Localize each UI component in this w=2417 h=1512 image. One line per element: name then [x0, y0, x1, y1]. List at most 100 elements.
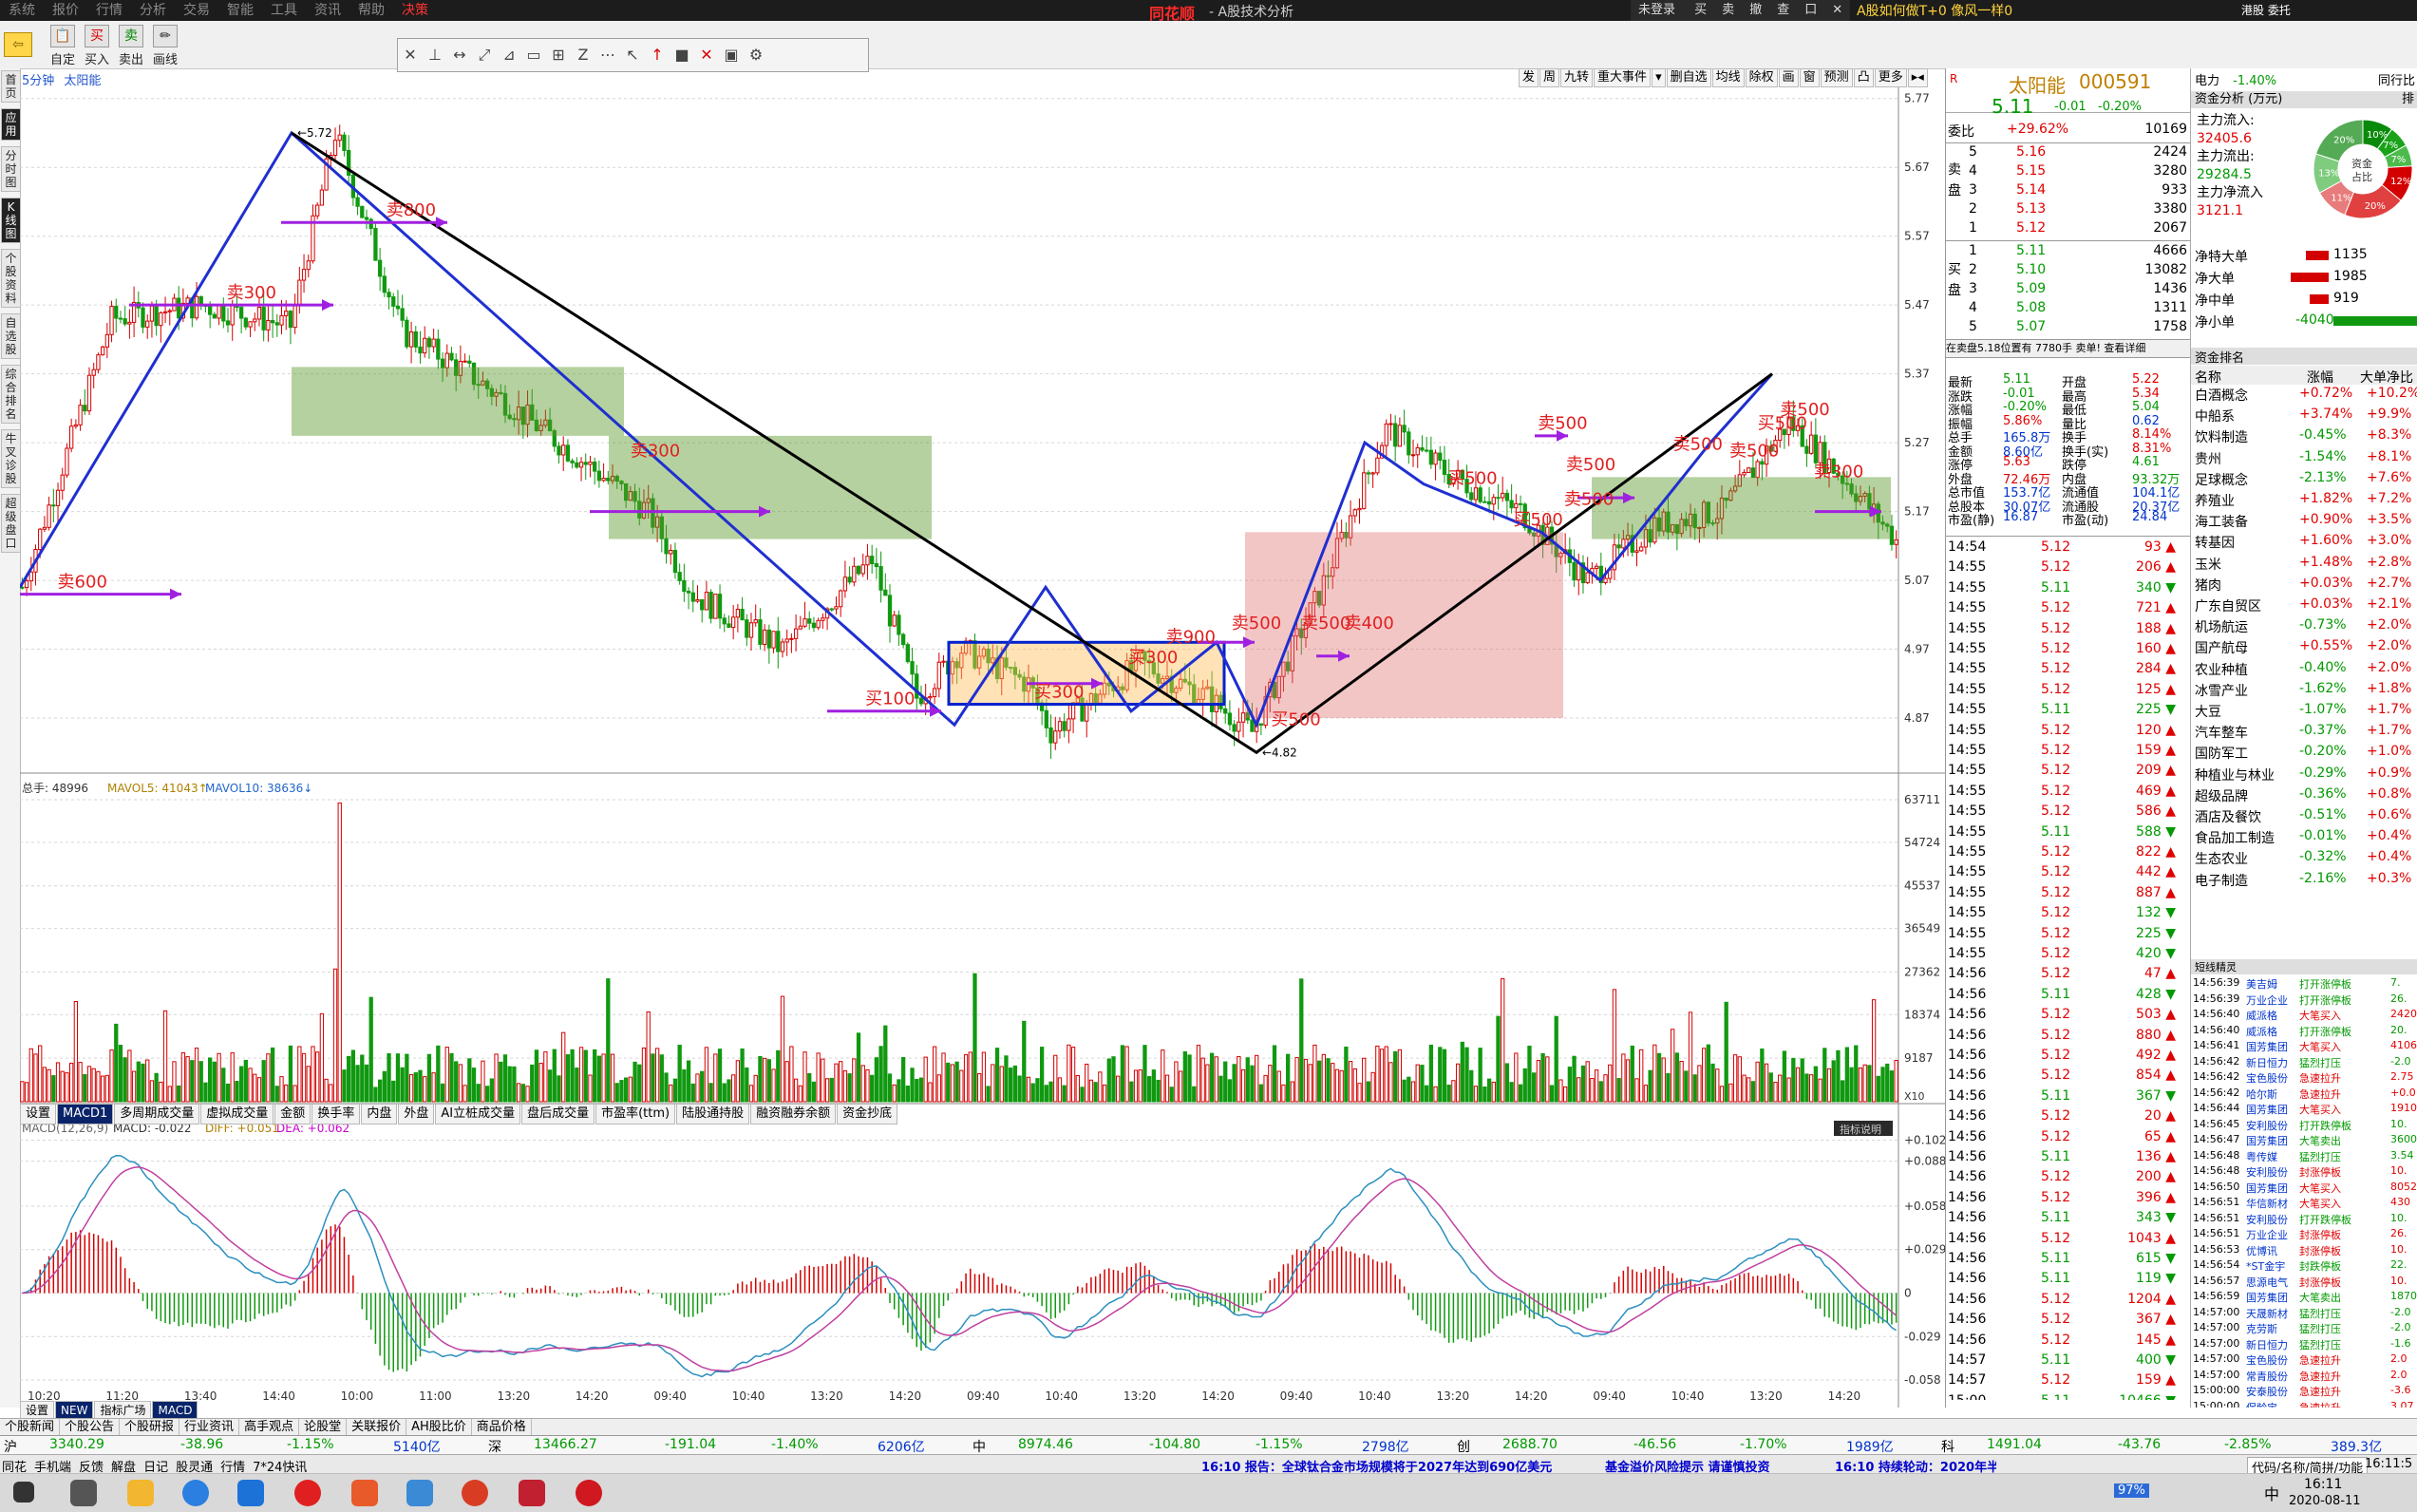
sprite-row[interactable]: 14:56:40 威派格 大笔买入 2420 [2191, 1008, 2417, 1023]
chart-tool-button[interactable]: 发 [1519, 68, 1539, 87]
chart-tool-button[interactable]: 重大事件 [1594, 68, 1652, 87]
top-action-button[interactable]: 买 [1687, 0, 1714, 21]
rank-row[interactable]: 足球概念 -2.13% +7.6% [2191, 470, 2417, 491]
indicator-tab[interactable]: 融资融券余额 [750, 1104, 837, 1125]
menu-item[interactable]: 帮助 [349, 0, 393, 21]
draw-tool-icon[interactable]: ⤢ [472, 39, 497, 71]
sprite-row[interactable]: 14:56:51 万业企业 封涨停板 26. [2191, 1227, 2417, 1242]
indicator-tab[interactable]: AI立桩成交量 [435, 1104, 521, 1125]
trade-mark-label[interactable]: 卖500 [1564, 489, 1614, 509]
stock-news-tab[interactable]: 行业资讯 [179, 1419, 240, 1436]
rank-row[interactable]: 超级品牌 -0.36% +0.8% [2191, 786, 2417, 807]
sync-label[interactable]: 同行比 [2378, 70, 2415, 88]
trade-mark-label[interactable]: 买500 [1271, 709, 1320, 729]
menu-item[interactable]: 分析 [131, 0, 175, 21]
calculator-icon[interactable] [406, 1480, 433, 1506]
edge-icon[interactable] [237, 1480, 264, 1506]
sprite-row[interactable]: 15:00:00 保龄宝 急速拉升 3.07 [2191, 1400, 2417, 1408]
trade-mark-label[interactable]: 卖500 [1673, 434, 1723, 454]
stock-news-tab[interactable]: 个股公告 [60, 1419, 121, 1436]
back-arrow-icon[interactable]: ⇦ [4, 32, 32, 57]
left-tab[interactable]: 超级盘口 [1, 494, 21, 553]
chart-tool-button[interactable]: 画 [1778, 68, 1799, 87]
rank-row[interactable]: 机场航运 -0.73% +2.0% [2191, 617, 2417, 638]
rank-row[interactable]: 电子制造 -2.16% +0.3% [2191, 871, 2417, 892]
top-right-tabs[interactable]: 港股 委托 [2241, 2, 2291, 18]
sprite-row[interactable]: 14:56:39 美吉姆 打开涨停板 7. [2191, 976, 2417, 992]
rank-row[interactable]: 猪肉 +0.03% +2.7% [2191, 576, 2417, 596]
sprite-row[interactable]: 14:56:54 *ST金宇 封跌停板 22. [2191, 1258, 2417, 1274]
trade-mark-label[interactable]: 买500 [1514, 510, 1563, 530]
clock-time[interactable]: 16:11 [2304, 1477, 2342, 1492]
rank-row[interactable]: 国防军工 -0.20% +1.0% [2191, 744, 2417, 765]
rank-row[interactable]: 大豆 -1.07% +1.7% [2191, 702, 2417, 723]
draw-tool-icon[interactable]: ⚙ [744, 39, 768, 71]
left-tab[interactable]: 自选股 [1, 313, 21, 359]
chart-tool-button[interactable]: ▾ [1652, 68, 1666, 87]
trade-mark-label[interactable]: 买500 [1447, 469, 1497, 489]
rank-row[interactable]: 酒店及餐饮 -0.51% +0.6% [2191, 807, 2417, 828]
left-tab[interactable]: 综合排名 [1, 365, 21, 424]
indicator-bottom-tab[interactable]: 设置 [20, 1401, 55, 1420]
sprite-row[interactable]: 14:56:50 国芳集团 大笔买入 8052 [2191, 1181, 2417, 1196]
trade-mark-label[interactable]: 买300 [1128, 648, 1178, 668]
rank-row[interactable]: 白酒概念 +0.72% +10.2% [2191, 386, 2417, 406]
sprite-row[interactable]: 14:56:59 国芳集团 大笔卖出 1870 [2191, 1290, 2417, 1305]
rank-col-header[interactable]: 涨幅 [2307, 368, 2333, 387]
stock-news-tab[interactable]: 关联报价 [347, 1419, 407, 1436]
index-item[interactable]: 深 13466.27 -191.04 -1.40% 6206亿 [488, 1437, 967, 1455]
indicator-bottom-tab[interactable]: 指标广场 [94, 1401, 152, 1420]
index-item[interactable]: 创 2688.70 -46.56 -1.70% 1989亿 [1457, 1437, 1935, 1455]
sprite-row[interactable]: 14:57:00 常青股份 急速拉升 2.0 [2191, 1369, 2417, 1384]
rank-row[interactable]: 玉米 +1.48% +2.8% [2191, 555, 2417, 576]
rank-row[interactable]: 中船系 +3.74% +9.9% [2191, 406, 2417, 427]
stock-news-tab[interactable]: AH股比价 [406, 1419, 472, 1436]
indicator-tab[interactable]: 换手率 [312, 1104, 361, 1125]
macd-help-label[interactable]: 指标说明 [1840, 1123, 1881, 1136]
sprite-row[interactable]: 14:57:00 天晟新材 猛烈打压 -2.0 [2191, 1306, 2417, 1321]
draw-tool-icon[interactable]: ✕ [694, 39, 719, 71]
stock-app-icon[interactable] [519, 1480, 545, 1506]
index-item[interactable]: 中 8974.46 -104.80 -1.15% 2798亿 [972, 1437, 1451, 1455]
left-tab[interactable]: 首页 [1, 70, 21, 103]
rank-row[interactable]: 生态农业 -0.32% +0.4% [2191, 849, 2417, 870]
sprite-row[interactable]: 14:57:00 新日恒力 猛烈打压 -1.6 [2191, 1337, 2417, 1352]
battery-indicator[interactable]: 97% [2114, 1484, 2149, 1498]
rank-row[interactable]: 贵州 -1.54% +8.1% [2191, 449, 2417, 470]
chart-tool-button[interactable]: 删自选 [1666, 68, 1711, 87]
task-view-icon[interactable] [70, 1480, 97, 1506]
left-tab[interactable]: 分时图 [1, 146, 21, 192]
rank-row[interactable]: 转基因 +1.60% +3.0% [2191, 533, 2417, 554]
indicator-tab[interactable]: 金额 [274, 1104, 312, 1125]
ime-indicator[interactable]: 中 [2264, 1482, 2279, 1504]
draw-tool-icon[interactable]: ↔ [447, 39, 472, 71]
rank-row[interactable]: 食品加工制造 -0.01% +0.4% [2191, 828, 2417, 849]
trade-mark-label[interactable]: 卖900 [1166, 627, 1216, 647]
menu-item[interactable]: 工具 [262, 0, 306, 21]
trade-mark-label[interactable]: 卖300 [1814, 462, 1863, 482]
draw-tool-icon[interactable]: ✕ [398, 39, 423, 71]
sprite-row[interactable]: 14:56:57 思源电气 封涨停板 10. [2191, 1275, 2417, 1290]
file-explorer-icon[interactable] [127, 1480, 154, 1506]
sprite-row[interactable]: 14:57:00 克劳斯 猛烈打压 -2.0 [2191, 1321, 2417, 1336]
trade-mark-label[interactable]: 卖500 [1538, 414, 1587, 434]
draw-tool-icon[interactable]: ⊞ [546, 39, 571, 71]
menu-item[interactable]: 交易 [175, 0, 218, 21]
draw-tool-icon[interactable]: ↖ [620, 39, 645, 71]
sprite-row[interactable]: 14:56:42 哈尔斯 急速拉升 +0.0 [2191, 1087, 2417, 1102]
sprite-row[interactable]: 14:56:42 宝色股份 急速拉升 2.75 [2191, 1070, 2417, 1086]
sprite-row[interactable]: 14:56:47 国芳集团 大笔卖出 3600 [2191, 1133, 2417, 1148]
trade-mark-label[interactable]: 买100 [865, 690, 915, 709]
trade-mark-label[interactable]: 卖400 [1344, 614, 1393, 633]
app-blue-icon[interactable] [182, 1480, 209, 1506]
tonghuashun-icon[interactable] [576, 1480, 602, 1506]
menu-item[interactable]: 决策 [393, 0, 437, 21]
indicator-tab[interactable]: MACD1 [57, 1104, 114, 1125]
trade-mark-label[interactable]: 卖500 [1232, 614, 1281, 633]
stock-news-tab[interactable]: 个股研报 [120, 1419, 180, 1436]
top-action-button[interactable]: ✕ [1824, 0, 1850, 21]
indicator-tab[interactable]: 设置 [20, 1104, 57, 1125]
left-tab[interactable]: 个股资料 [1, 249, 21, 308]
trade-mark-label[interactable]: 卖300 [631, 442, 680, 462]
rank-row[interactable]: 饮料制造 -0.45% +8.3% [2191, 427, 2417, 448]
